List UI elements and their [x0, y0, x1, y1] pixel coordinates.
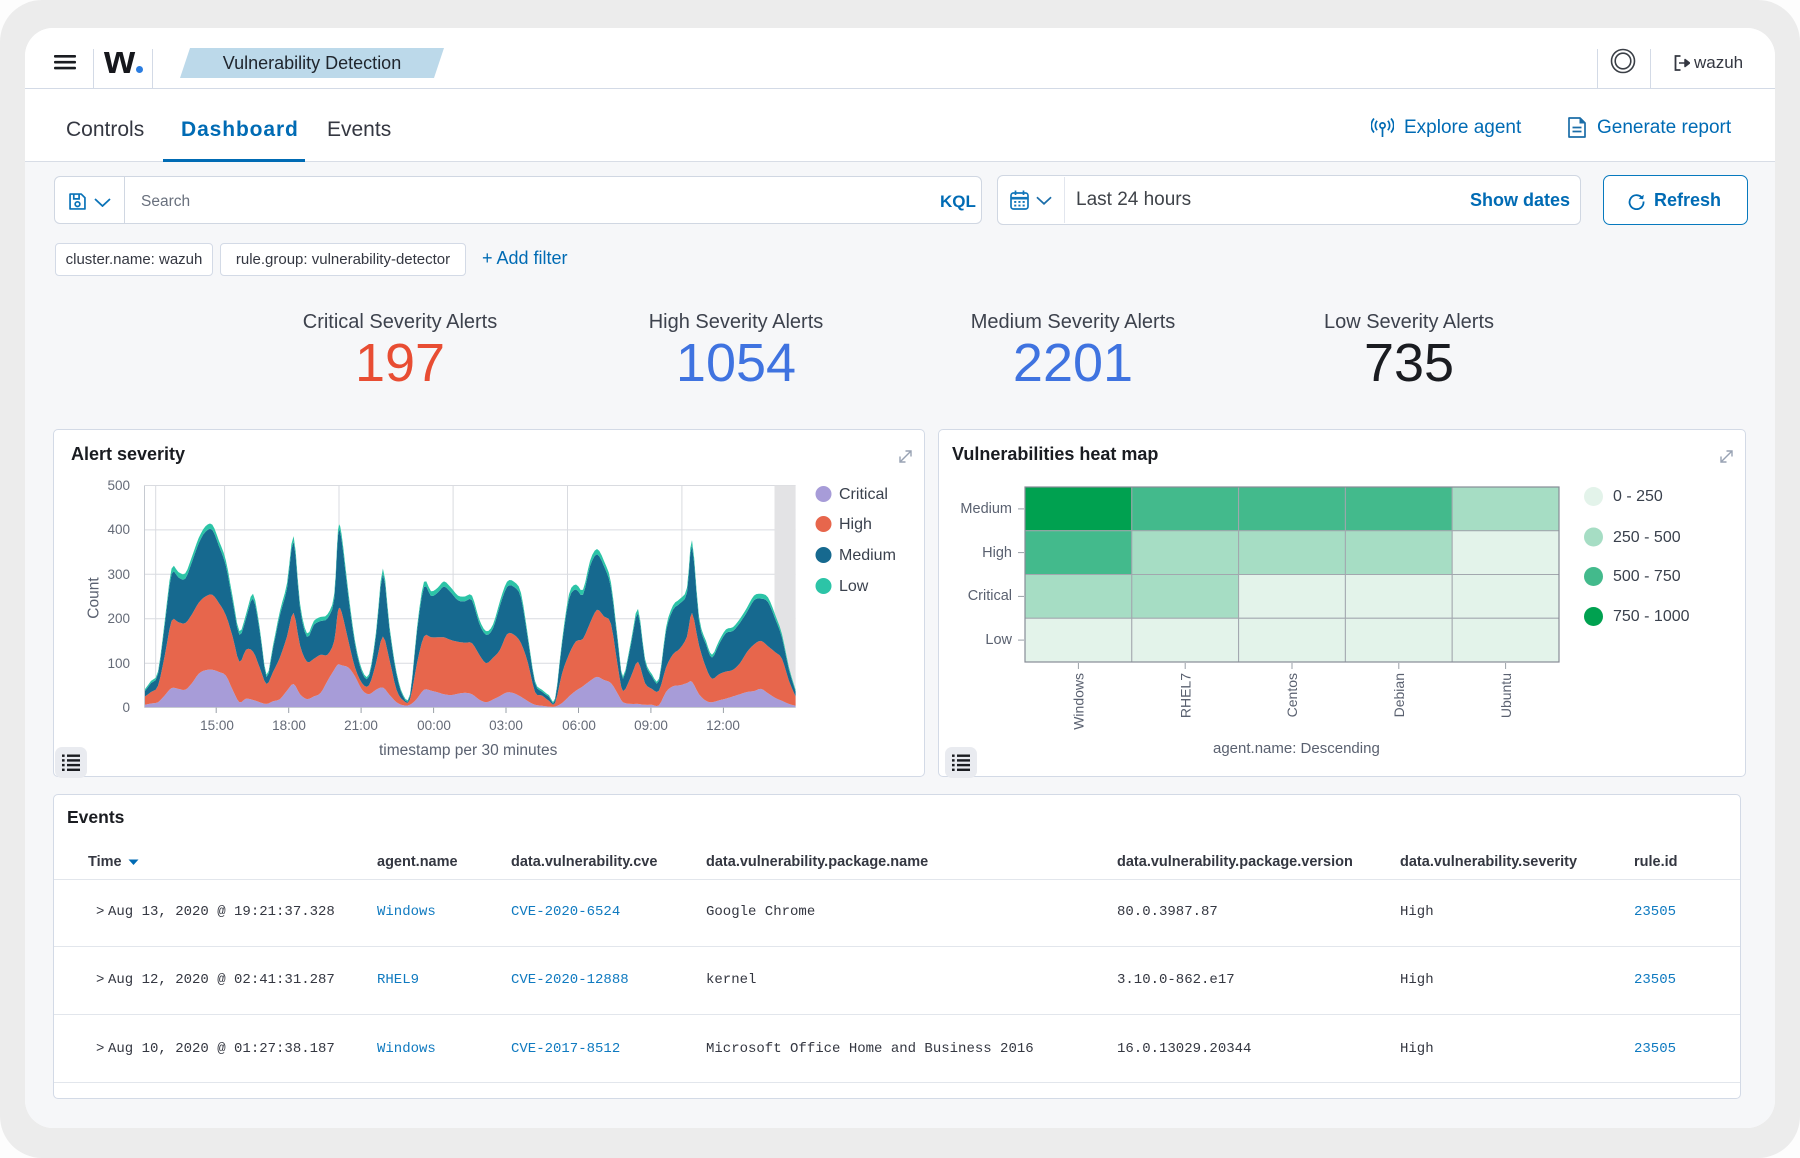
- svg-text:Debian: Debian: [1391, 673, 1407, 717]
- svg-text:Windows: Windows: [1071, 673, 1087, 730]
- svg-text:RHEL7: RHEL7: [1177, 673, 1193, 718]
- svg-text:Ubuntu: Ubuntu: [1498, 673, 1514, 718]
- svg-text:Centos: Centos: [1284, 673, 1300, 717]
